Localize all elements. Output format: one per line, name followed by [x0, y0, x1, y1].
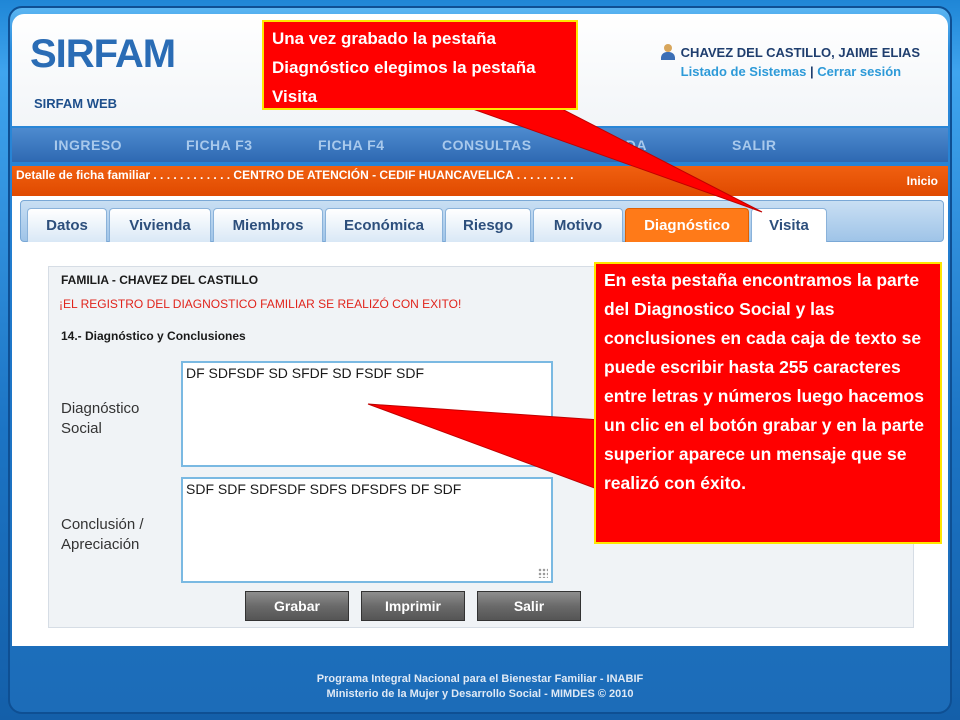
top-callout-pointer — [469, 107, 763, 213]
right-callout-pointer — [367, 403, 601, 491]
top-callout: Una vez grabado la pestaña Diagnóstico e… — [262, 20, 578, 110]
right-callout: En esta pestaña encontramos la parte del… — [594, 262, 942, 544]
